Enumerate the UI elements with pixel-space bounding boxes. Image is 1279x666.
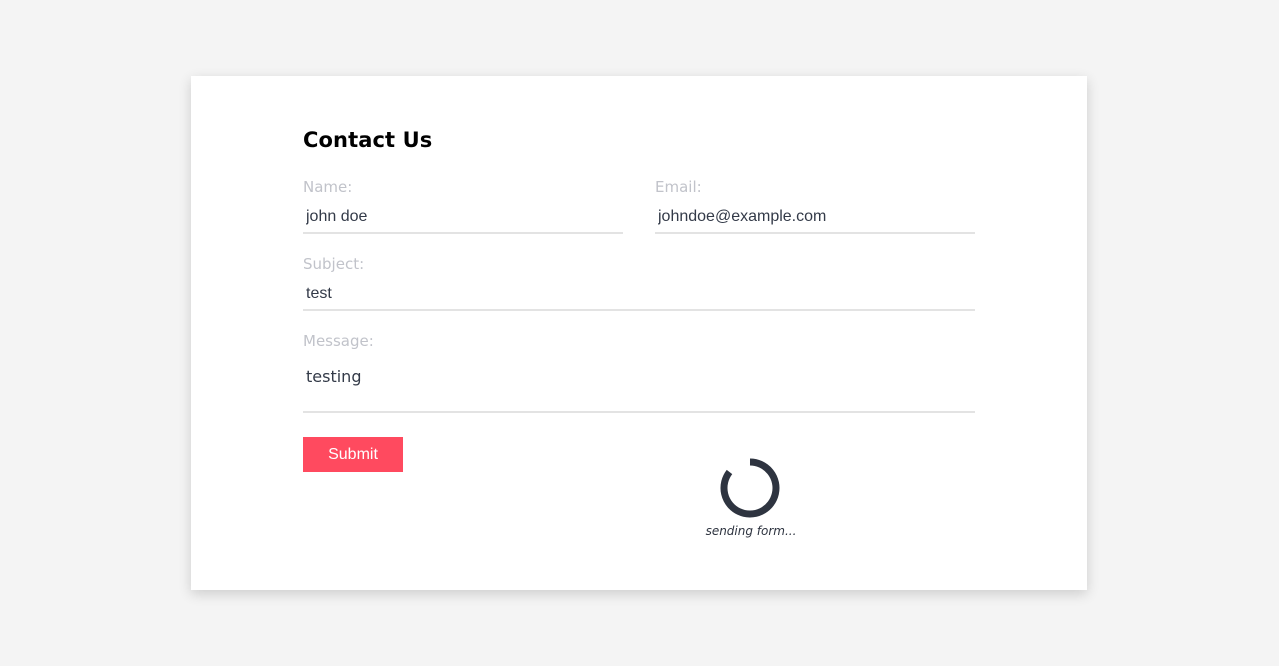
contact-card: Contact Us Name: Email: Subject: Message… <box>191 76 1087 590</box>
name-label: Name: <box>303 178 353 196</box>
page-title: Contact Us <box>303 128 433 152</box>
subject-input[interactable] <box>303 278 975 311</box>
email-field-group: Email: <box>655 177 975 234</box>
submit-button[interactable]: Submit <box>303 437 403 472</box>
name-field-group: Name: <box>303 177 623 234</box>
message-field-group: Message: testing <box>303 331 975 413</box>
loading-spinner-icon <box>720 458 780 518</box>
subject-field-group: Subject: <box>303 254 975 311</box>
name-input[interactable] <box>303 201 623 234</box>
loading-status-text: sending form... <box>705 524 797 538</box>
message-textarea[interactable]: testing <box>303 353 975 413</box>
email-input[interactable] <box>655 201 975 234</box>
subject-label: Subject: <box>303 255 365 273</box>
email-label: Email: <box>655 178 702 196</box>
message-label: Message: <box>303 332 374 350</box>
